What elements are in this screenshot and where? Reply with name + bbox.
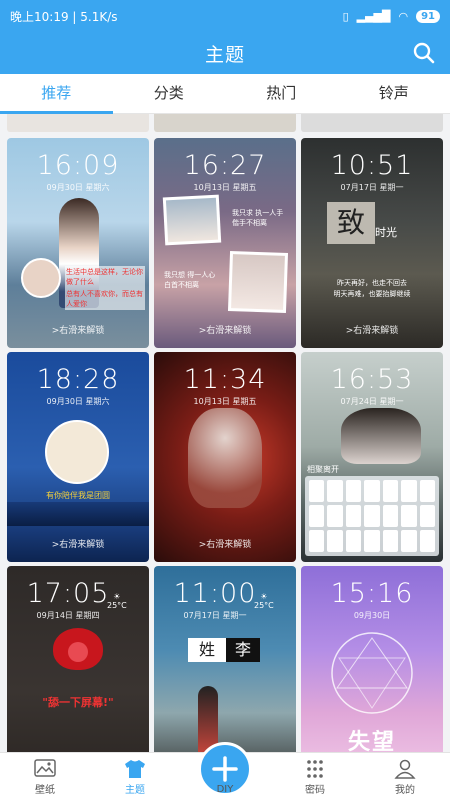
- card-date: 09月30日 星期六: [46, 397, 110, 406]
- card-time: 16:53: [330, 364, 414, 395]
- quote-text: "舔一下屏幕!": [42, 696, 114, 709]
- diy-label: DIY: [216, 784, 234, 795]
- quote-text: 生活中总是这样，无论你做了什么: [65, 266, 145, 288]
- shirt-icon: [125, 760, 145, 778]
- unlock-hint: >右滑来解锁: [198, 540, 252, 550]
- quote-text: 总有人不喜欢你，而总有人爱你: [65, 288, 145, 310]
- theme-card-partial[interactable]: [154, 114, 296, 132]
- nav-wallpaper[interactable]: 壁纸: [0, 753, 90, 800]
- anime-figure: [188, 408, 262, 508]
- tab-category[interactable]: 分类: [113, 74, 226, 113]
- surname-block: 姓: [188, 638, 226, 662]
- sun-icon: ☀: [260, 592, 268, 601]
- unlock-hint: >右滑来解锁: [198, 326, 252, 336]
- couple-illustration: [45, 420, 109, 484]
- title-block: 致: [327, 202, 375, 244]
- tab-bar: 推荐 分类 热门 铃声: [0, 74, 450, 114]
- theme-card-partial[interactable]: [301, 114, 443, 132]
- theme-card[interactable]: 16:27 10月13日 星期五 我只求 执一人手 偕手不相离 我只想 得一人心…: [154, 138, 296, 348]
- nav-profile[interactable]: 我的: [360, 753, 450, 800]
- status-time: 晚上10:19 | 5.1K/s: [10, 9, 118, 24]
- search-icon[interactable]: [412, 41, 436, 65]
- unlock-hint: >右滑来解锁: [345, 326, 399, 336]
- tab-recommend[interactable]: 推荐: [0, 74, 113, 114]
- nav-theme[interactable]: 主题: [90, 753, 180, 800]
- nav-label: 密码: [305, 785, 325, 796]
- keypad-icon: [307, 760, 323, 778]
- tab-hot[interactable]: 热门: [225, 74, 338, 113]
- card-date: 07月17日 星期一: [183, 611, 247, 620]
- quote-text: 昨天再好，也走不回去: [337, 279, 407, 287]
- theme-card[interactable]: 17:05 09月14日 星期四 ☀ 25°C "舔一下屏幕!": [7, 566, 149, 754]
- signal-icon: ▂▄▆█: [356, 9, 391, 23]
- app-bar: 主题: [0, 32, 450, 74]
- quote-text: 有你陪伴我是团圆: [46, 491, 110, 500]
- theme-card[interactable]: 10:51 07月17日 星期一 致 时光 昨天再好，也走不回去 明天再难，也要…: [301, 138, 443, 348]
- tab-ringtone[interactable]: 铃声: [338, 74, 450, 113]
- card-date: 07月17日 星期一: [340, 183, 404, 192]
- temperature: 25°C: [107, 601, 127, 610]
- card-time: 11:34: [183, 364, 267, 395]
- card-time: 15:16: [330, 578, 414, 609]
- theme-grid: 16:09 09月30日 星期六 生活中总是这样，无论你做了什么 总有人不喜欢你…: [0, 114, 450, 754]
- unlock-hint: >右滑来解锁: [51, 326, 105, 336]
- page-title: 主题: [204, 43, 245, 66]
- title-text: 失望: [347, 730, 396, 754]
- unlock-hint: >右滑来解锁: [51, 540, 105, 550]
- wallpaper-icon: [34, 759, 56, 777]
- theme-card[interactable]: 16:09 09月30日 星期六 生活中总是这样，无论你做了什么 总有人不喜欢你…: [7, 138, 149, 348]
- title-block: 时光: [375, 226, 397, 239]
- weather-widget: ☀ 25°C: [254, 592, 274, 610]
- card-date: 10月13日 星期五: [193, 397, 257, 406]
- tongue-icon: [53, 628, 103, 670]
- card-time: 16:27: [183, 150, 267, 181]
- card-time: 10:51: [330, 150, 414, 181]
- photo-frame: [162, 194, 222, 246]
- theme-card[interactable]: 11:00 07月17日 星期一 ☀ 25°C 姓 李: [154, 566, 296, 754]
- sim-icon: ▯: [342, 9, 349, 23]
- theme-card[interactable]: 15:16 09月30日 失望: [301, 566, 443, 754]
- card-time: 11:00: [173, 578, 257, 609]
- nav-label: 我的: [395, 785, 415, 796]
- card-time: 18:28: [36, 364, 120, 395]
- wifi-icon: ◠: [398, 9, 409, 23]
- quote-text: 我只求 执一人手 偕手不相离: [232, 209, 284, 227]
- theme-card-partial[interactable]: [7, 114, 149, 132]
- quote-text: 相聚离开: [307, 465, 339, 474]
- theme-card[interactable]: 11:34 10月13日 星期五 >右滑来解锁: [154, 352, 296, 562]
- surname-block: 李: [226, 638, 260, 662]
- photo-frame: [227, 251, 289, 313]
- status-bar: 晚上10:19 | 5.1K/s ▯ ▂▄▆█ ◠ 91: [0, 0, 450, 32]
- card-date: 09月30日: [353, 611, 391, 620]
- girl-figure: [341, 408, 421, 464]
- nav-password[interactable]: 密码: [270, 753, 360, 800]
- nav-label: 壁纸: [35, 785, 55, 796]
- town-silhouette: [7, 502, 149, 526]
- card-time: 16:09: [36, 150, 120, 181]
- theme-card[interactable]: 18:28 09月30日 星期六 有你陪伴我是团圆 >右滑来解锁: [7, 352, 149, 562]
- quote-text: 我只想 得一人心 白首不相离: [164, 271, 216, 289]
- card-date: 10月13日 星期五: [193, 183, 257, 192]
- card-time: 17:05: [26, 578, 110, 609]
- quote-text: 明天再难，也要抬脚继续: [333, 290, 411, 298]
- battery-icon: 91: [416, 9, 440, 23]
- sun-icon: ☀: [113, 592, 121, 601]
- plus-icon: [212, 756, 238, 782]
- geometric-circle-icon: [331, 632, 413, 714]
- keyboard-illustration: [305, 476, 439, 556]
- card-date: 07月24日 星期一: [340, 397, 404, 406]
- temperature: 25°C: [254, 601, 274, 610]
- inset-photo: [21, 258, 61, 298]
- card-date: 09月14日 星期四: [36, 611, 100, 620]
- card-date: 09月30日 星期六: [46, 183, 110, 192]
- weather-widget: ☀ 25°C: [107, 592, 127, 610]
- user-icon: [394, 759, 416, 779]
- nav-label: 主题: [125, 785, 145, 796]
- theme-card[interactable]: 16:53 07月24日 星期一 相聚离开: [301, 352, 443, 562]
